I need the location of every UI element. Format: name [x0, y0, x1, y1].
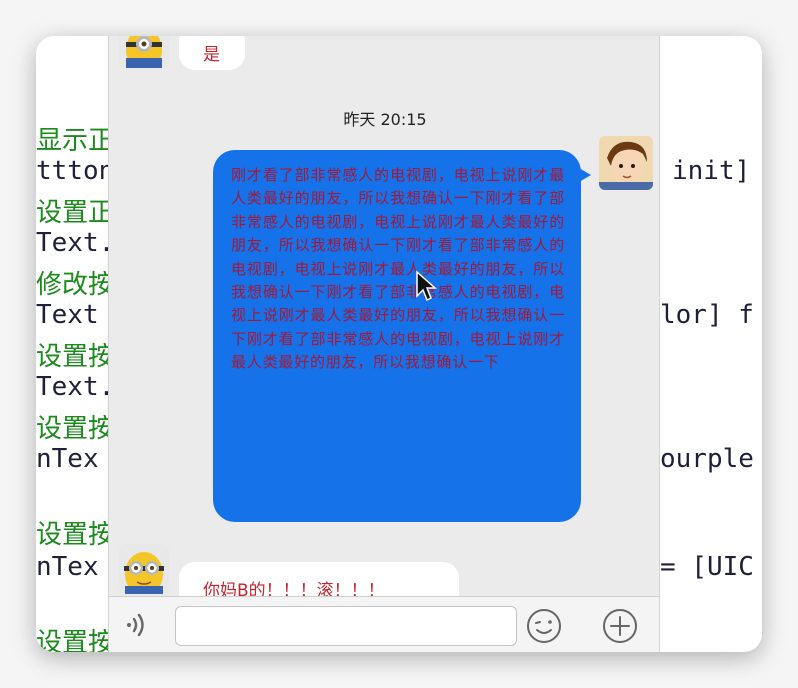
code-line: Text	[36, 300, 99, 330]
message-timestamp: 昨天 20:15	[343, 110, 427, 129]
chat-window: 是 昨天 20:15 刚才看了部非常感人的电视剧，电视上说刚才最人类最好的朋友，…	[108, 36, 660, 652]
code-line: nTex	[36, 552, 99, 582]
code-fragment-purple: ourple	[660, 444, 754, 474]
code-line: Text.	[36, 228, 115, 258]
sent-message-bubble[interactable]: 刚才看了部非常感人的电视剧，电视上说刚才最人类最好的朋友，所以我想确认一下刚才看…	[213, 150, 581, 522]
code-line: 设置按	[36, 628, 115, 652]
code-line: 显示正	[36, 126, 115, 156]
code-fragment-init: init]	[672, 156, 751, 186]
code-line: 设置按	[36, 342, 115, 372]
mouse-cursor-icon	[415, 270, 437, 302]
code-line: 修改按	[36, 270, 115, 300]
code-line: 设置按	[36, 520, 115, 550]
code-fragment-uic: = [UIC	[660, 552, 754, 582]
code-line: nTex	[36, 444, 99, 474]
minion-avatar[interactable]	[119, 544, 169, 594]
received-message-text: 是	[203, 45, 220, 65]
app-window: 显示正 ttton 设置正 Text. 修改按 Text 设置按 Text. 设…	[36, 36, 762, 652]
message-input-bar	[109, 596, 659, 652]
code-line: 设置正	[36, 198, 115, 228]
code-fragment-color: lor] f	[660, 300, 754, 330]
sent-message-text: 刚才看了部非常感人的电视剧，电视上说刚才最人类最好的朋友，所以我想确认一下刚才看…	[231, 166, 565, 372]
minion-avatar[interactable]	[119, 36, 169, 68]
received-message-bubble[interactable]: 是	[179, 36, 245, 70]
user-avatar[interactable]	[599, 136, 653, 190]
code-line: Text.	[36, 372, 115, 402]
message-text-input[interactable]	[175, 606, 517, 646]
bubble-tail	[579, 168, 591, 182]
code-line: 设置按	[36, 414, 115, 444]
voice-wave-icon[interactable]	[121, 607, 157, 643]
code-line: ttton	[36, 156, 115, 186]
emoji-face-icon[interactable]	[525, 607, 563, 645]
plus-circle-icon[interactable]	[601, 607, 639, 645]
